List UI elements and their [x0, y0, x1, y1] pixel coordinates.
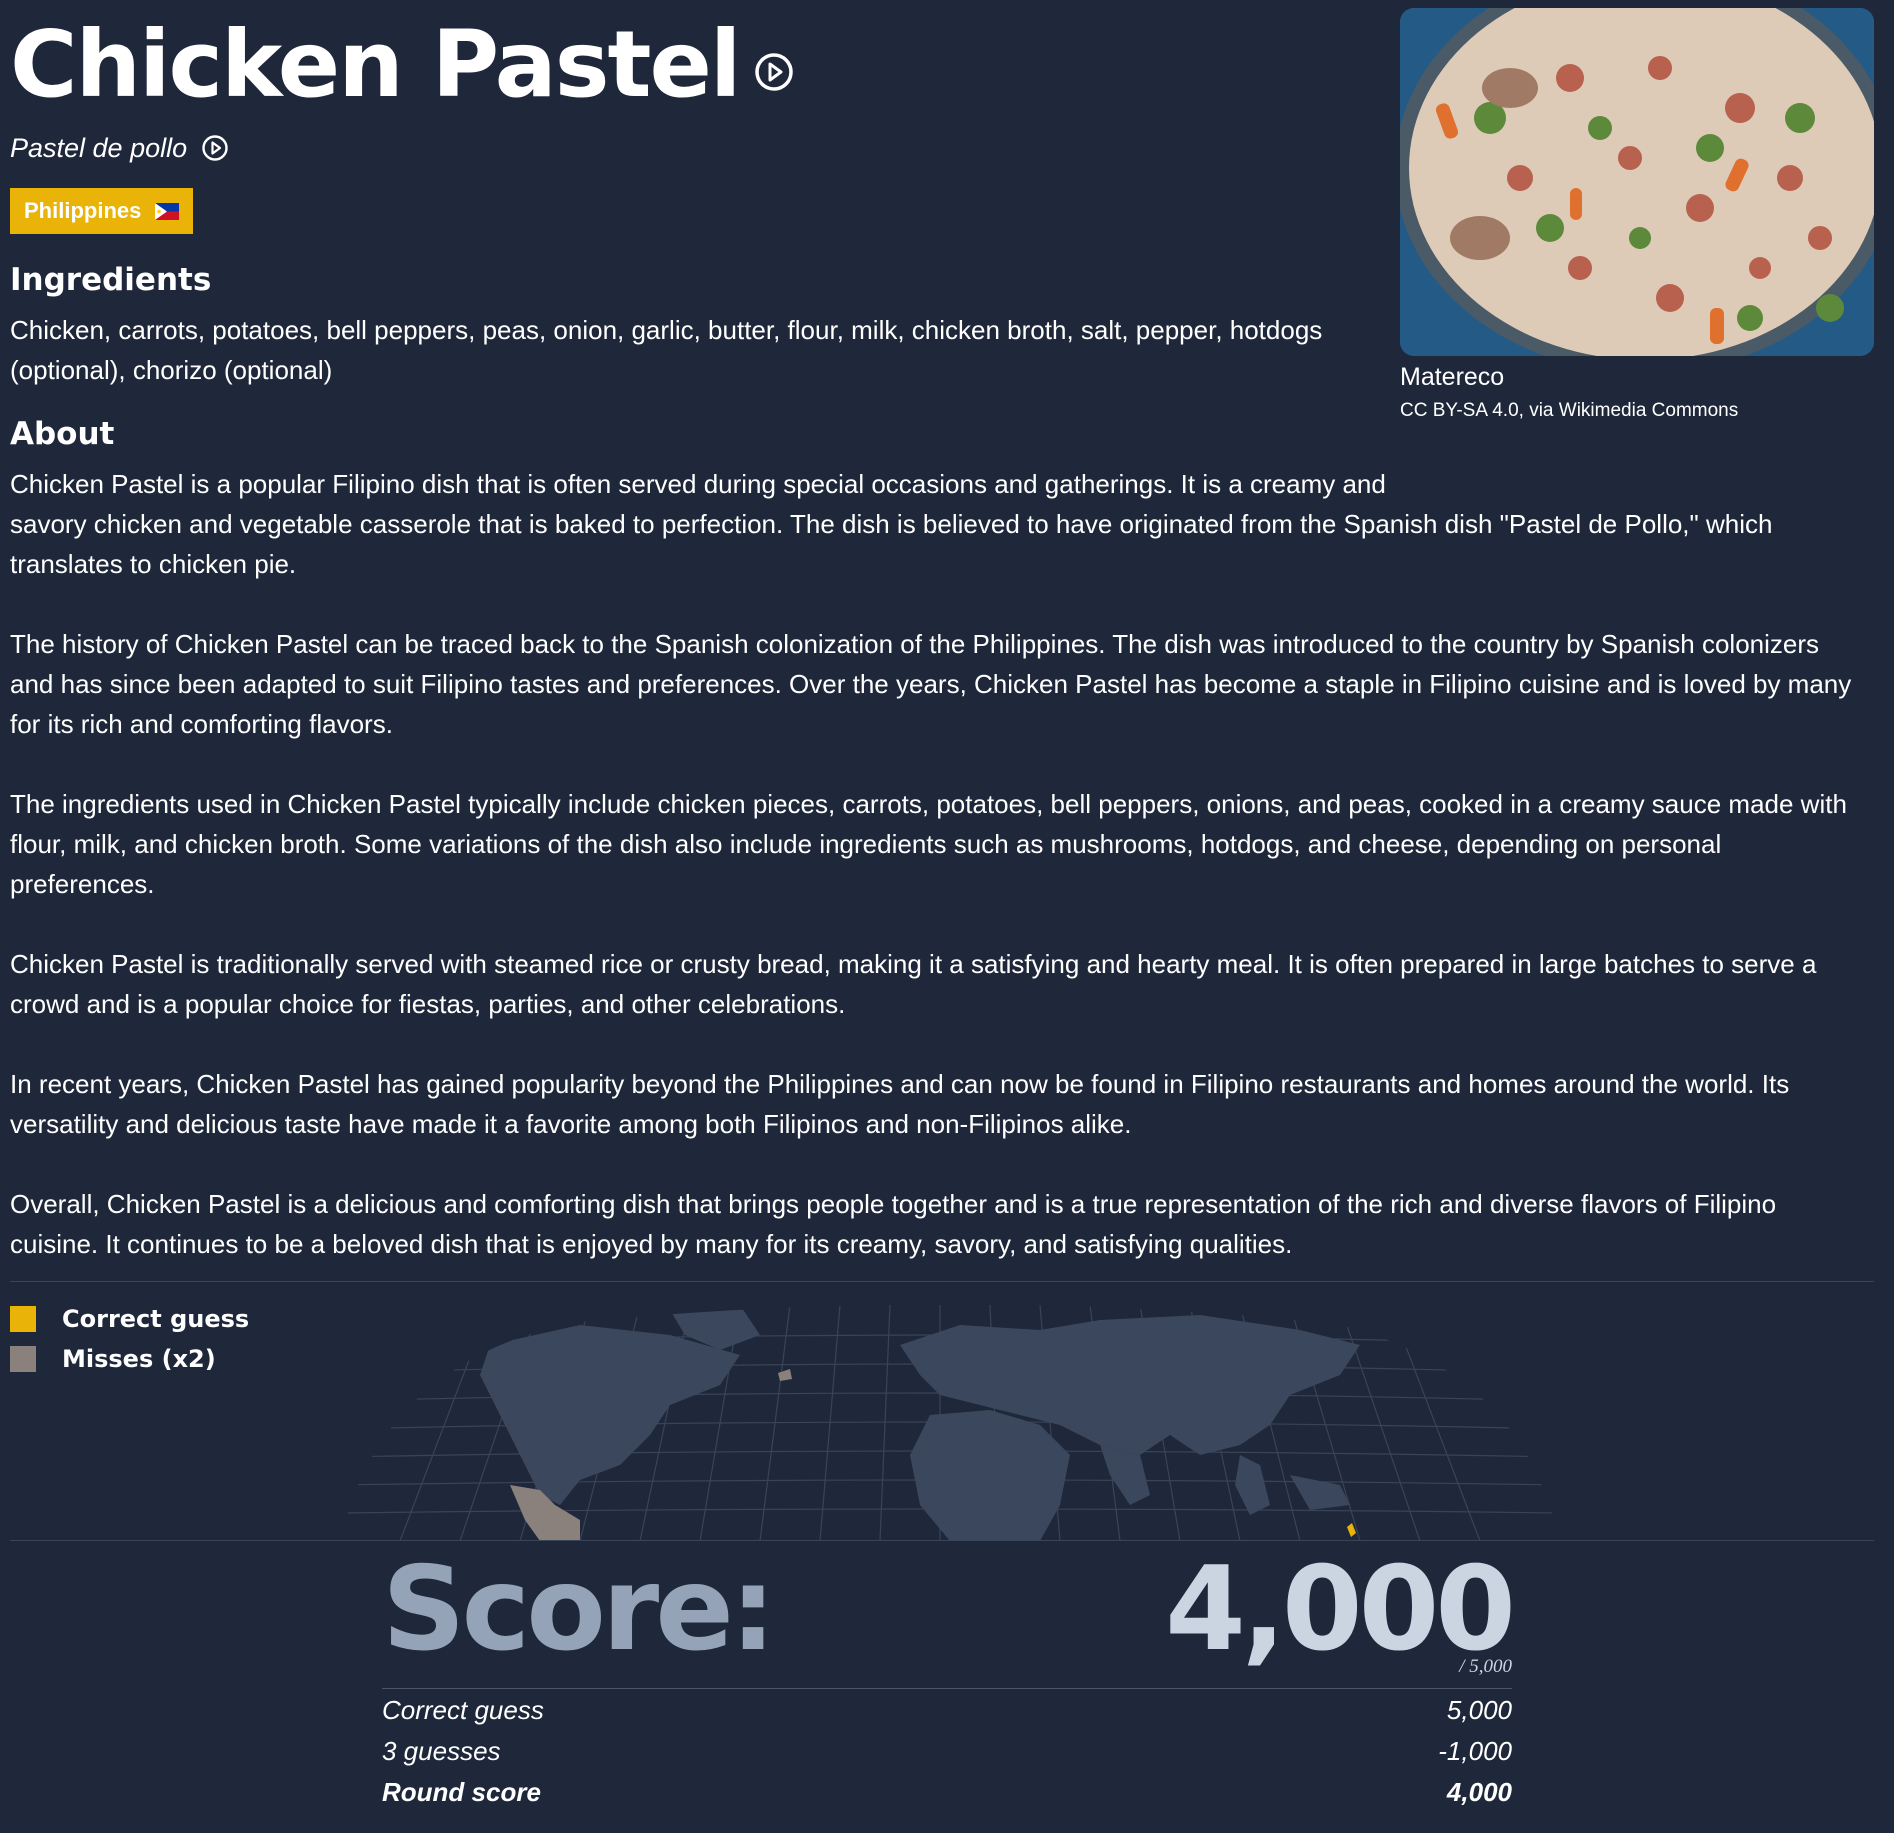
legend-correct-label: Correct guess [62, 1305, 250, 1333]
about-line: Chicken Pastel is a popular Filipino dis… [10, 469, 1386, 499]
about-line: In recent years, Chicken Pastel has gain… [10, 1069, 1790, 1099]
miss-swatch [10, 1346, 36, 1372]
legend-misses-label: Misses (x2) [62, 1345, 216, 1373]
dish-local-name: Pastel de pollo [10, 133, 188, 163]
about-line: savory chicken and vegetable casserole t… [10, 509, 1773, 539]
play-local-name-icon[interactable] [201, 134, 229, 162]
world-map[interactable] [340, 1305, 1560, 1541]
score-divider [10, 1540, 1874, 1541]
about-line: translates to chicken pie. [10, 549, 297, 579]
score-row-label: 3 guesses [382, 1736, 501, 1766]
correct-swatch [10, 1306, 36, 1332]
score-row-label: Correct guess [382, 1695, 544, 1725]
about-line: for its rich and comforting flavors. [10, 709, 393, 739]
score-row-total: Round score 4,000 [382, 1772, 1512, 1812]
about-heading: About [10, 416, 115, 452]
about-line: Chicken Pastel is traditionally served w… [10, 949, 1817, 979]
score-row: Correct guess 5,000 [382, 1690, 1512, 1730]
country-name: Philippines [24, 198, 142, 223]
about-line: The history of Chicken Pastel can be tra… [10, 629, 1820, 659]
subtitle-row: Pastel de pollo [10, 130, 229, 166]
score-rule [382, 1688, 1512, 1689]
score-label: Score: [382, 1542, 776, 1677]
dish-photo-image [1400, 8, 1874, 356]
score-row-value: -1,000 [1438, 1736, 1512, 1766]
title-row: Chicken Pastel [10, 10, 795, 120]
ingredients-line-1: Chicken, carrots, potatoes, bell peppers… [10, 315, 1323, 345]
about-line: versatility and delicious taste have mad… [10, 1109, 1132, 1139]
about-line: cuisine. It continues to be a beloved di… [10, 1229, 1293, 1259]
about-line: flour, milk, and chicken broth. Some var… [10, 829, 1722, 859]
about-line: preferences. [10, 869, 155, 899]
philippines-flag-icon [155, 202, 180, 220]
section-divider [10, 1281, 1874, 1282]
ingredients-heading: Ingredients [10, 262, 212, 298]
about-line: The ingredients used in Chicken Pastel t… [10, 789, 1847, 819]
country-badge: Philippines [10, 188, 194, 234]
about-line: and has since been adapted to suit Filip… [10, 669, 1852, 699]
about-line: crowd and is a popular choice for fiesta… [10, 989, 846, 1019]
ingredients-line-2: (optional), chorizo (optional) [10, 355, 333, 385]
play-pronunciation-icon[interactable] [753, 51, 795, 93]
score-row-label: Round score [382, 1777, 541, 1807]
legend-correct: Correct guess [10, 1299, 249, 1339]
dish-photo [1400, 8, 1874, 356]
about-line: Overall, Chicken Pastel is a delicious a… [10, 1189, 1777, 1219]
dish-title: Chicken Pastel [10, 11, 741, 118]
score-row: 3 guesses -1,000 [382, 1731, 1512, 1771]
photo-license[interactable]: CC BY-SA 4.0, via Wikimedia Commons [1400, 398, 1738, 424]
score-row-value: 4,000 [1446, 1777, 1512, 1807]
legend-misses: Misses (x2) [10, 1339, 249, 1379]
map-legend: Correct guess Misses (x2) [10, 1299, 249, 1379]
score-max: / 5,000 [1459, 1656, 1512, 1677]
photo-credit[interactable]: Matereco [1400, 360, 1504, 394]
score-row-value: 5,000 [1446, 1695, 1512, 1725]
